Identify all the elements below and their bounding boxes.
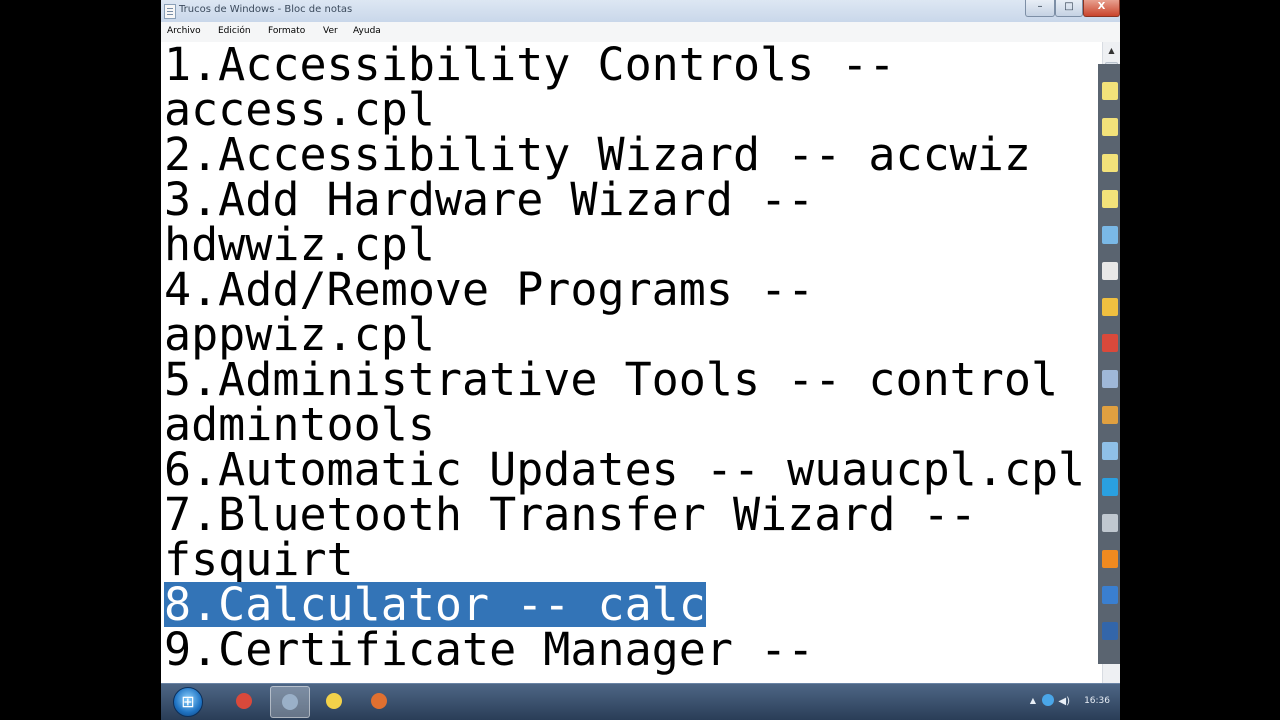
text-line: 4.Add/Remove Programs -- [164, 263, 815, 316]
maximize-button[interactable]: □ [1055, 0, 1083, 17]
text-line: fsquirt [164, 533, 354, 586]
network-icon[interactable] [1042, 694, 1054, 706]
media-player-icon[interactable] [1102, 550, 1118, 568]
network-icon[interactable] [1102, 370, 1118, 388]
minimize-icon: – [1037, 1, 1043, 12]
sticky-note-icon[interactable] [1102, 154, 1118, 172]
text-line: 7.Bluetooth Transfer Wizard -- [164, 488, 977, 541]
taskbar-button[interactable] [315, 686, 355, 718]
menu-ver[interactable]: Ver [323, 26, 338, 36]
scroll-up-icon[interactable]: ▲ [1103, 42, 1120, 59]
menu-archivo[interactable]: Archivo [167, 26, 201, 36]
start-button[interactable] [173, 687, 203, 717]
paint-icon[interactable] [1102, 298, 1118, 316]
text-line: 6.Automatic Updates -- wuaucpl.cpl [164, 443, 1086, 496]
notepad-app-icon [164, 4, 176, 19]
text-line: 1.Accessibility Controls -- [164, 42, 896, 91]
chrome-icon [236, 693, 252, 709]
sticky-note-icon[interactable] [1102, 82, 1118, 100]
text-line: 5.Administrative Tools -- control [164, 353, 1059, 406]
chrome-icon[interactable] [1102, 334, 1118, 352]
text-line: admintools [164, 398, 435, 451]
minimize-button[interactable]: – [1025, 0, 1055, 17]
text-line: access.cpl [164, 83, 435, 136]
volume-icon[interactable]: ◀) [1058, 696, 1070, 707]
skype-icon[interactable] [1102, 478, 1118, 496]
tool-icon[interactable] [1102, 406, 1118, 424]
clock[interactable]: 16:36 [1084, 696, 1110, 706]
globe-icon[interactable] [1102, 586, 1118, 604]
taskbar: ▲ ◀) 16:36 [161, 683, 1120, 720]
sticky-note-icon[interactable] [1102, 190, 1118, 208]
close-button[interactable]: X [1083, 0, 1120, 17]
notepad-icon [282, 694, 298, 710]
text-line: 2.Accessibility Wizard -- accwiz [164, 128, 1031, 181]
usb-icon[interactable] [1102, 514, 1118, 532]
maximize-icon: □ [1064, 1, 1074, 12]
taskbar-button[interactable] [270, 686, 310, 718]
selected-text-line: 8.Calculator -- calc [164, 578, 706, 631]
taskbar-button[interactable] [225, 686, 265, 718]
text-line: appwiz.cpl [164, 308, 435, 361]
quick-launch-bar [1098, 64, 1120, 664]
menu-ayuda[interactable]: Ayuda [353, 26, 381, 36]
cursor-icon[interactable] [1102, 262, 1118, 280]
text-line: 3.Add Hardware Wizard -- [164, 173, 815, 226]
photoshop-icon[interactable] [1102, 622, 1118, 640]
sticky-note-icon[interactable] [1102, 118, 1118, 136]
show-hidden-icons-icon[interactable]: ▲ [1030, 696, 1036, 705]
menu-bar: Archivo Edición Formato Ver Ayuda [161, 22, 1120, 43]
text-editor[interactable]: 1.Accessibility Controls -- access.cpl 2… [161, 42, 1102, 683]
text-line: hdwwiz.cpl [164, 218, 435, 271]
sticky-notes-icon [326, 693, 342, 709]
diamond-icon[interactable] [1102, 442, 1118, 460]
title-bar[interactable]: Trucos de Windows - Bloc de notas – □ X [161, 0, 1120, 23]
taskbar-button[interactable] [360, 686, 400, 718]
menu-formato[interactable]: Formato [268, 26, 305, 36]
notepad-window: Trucos de Windows - Bloc de notas – □ X … [161, 0, 1120, 683]
text-line: 9.Certificate Manager -- [164, 623, 815, 676]
close-icon: X [1097, 1, 1106, 12]
computer-icon[interactable] [1102, 226, 1118, 244]
media-icon [371, 693, 387, 709]
menu-edicion[interactable]: Edición [218, 26, 251, 36]
window-title: Trucos de Windows - Bloc de notas [179, 4, 353, 15]
